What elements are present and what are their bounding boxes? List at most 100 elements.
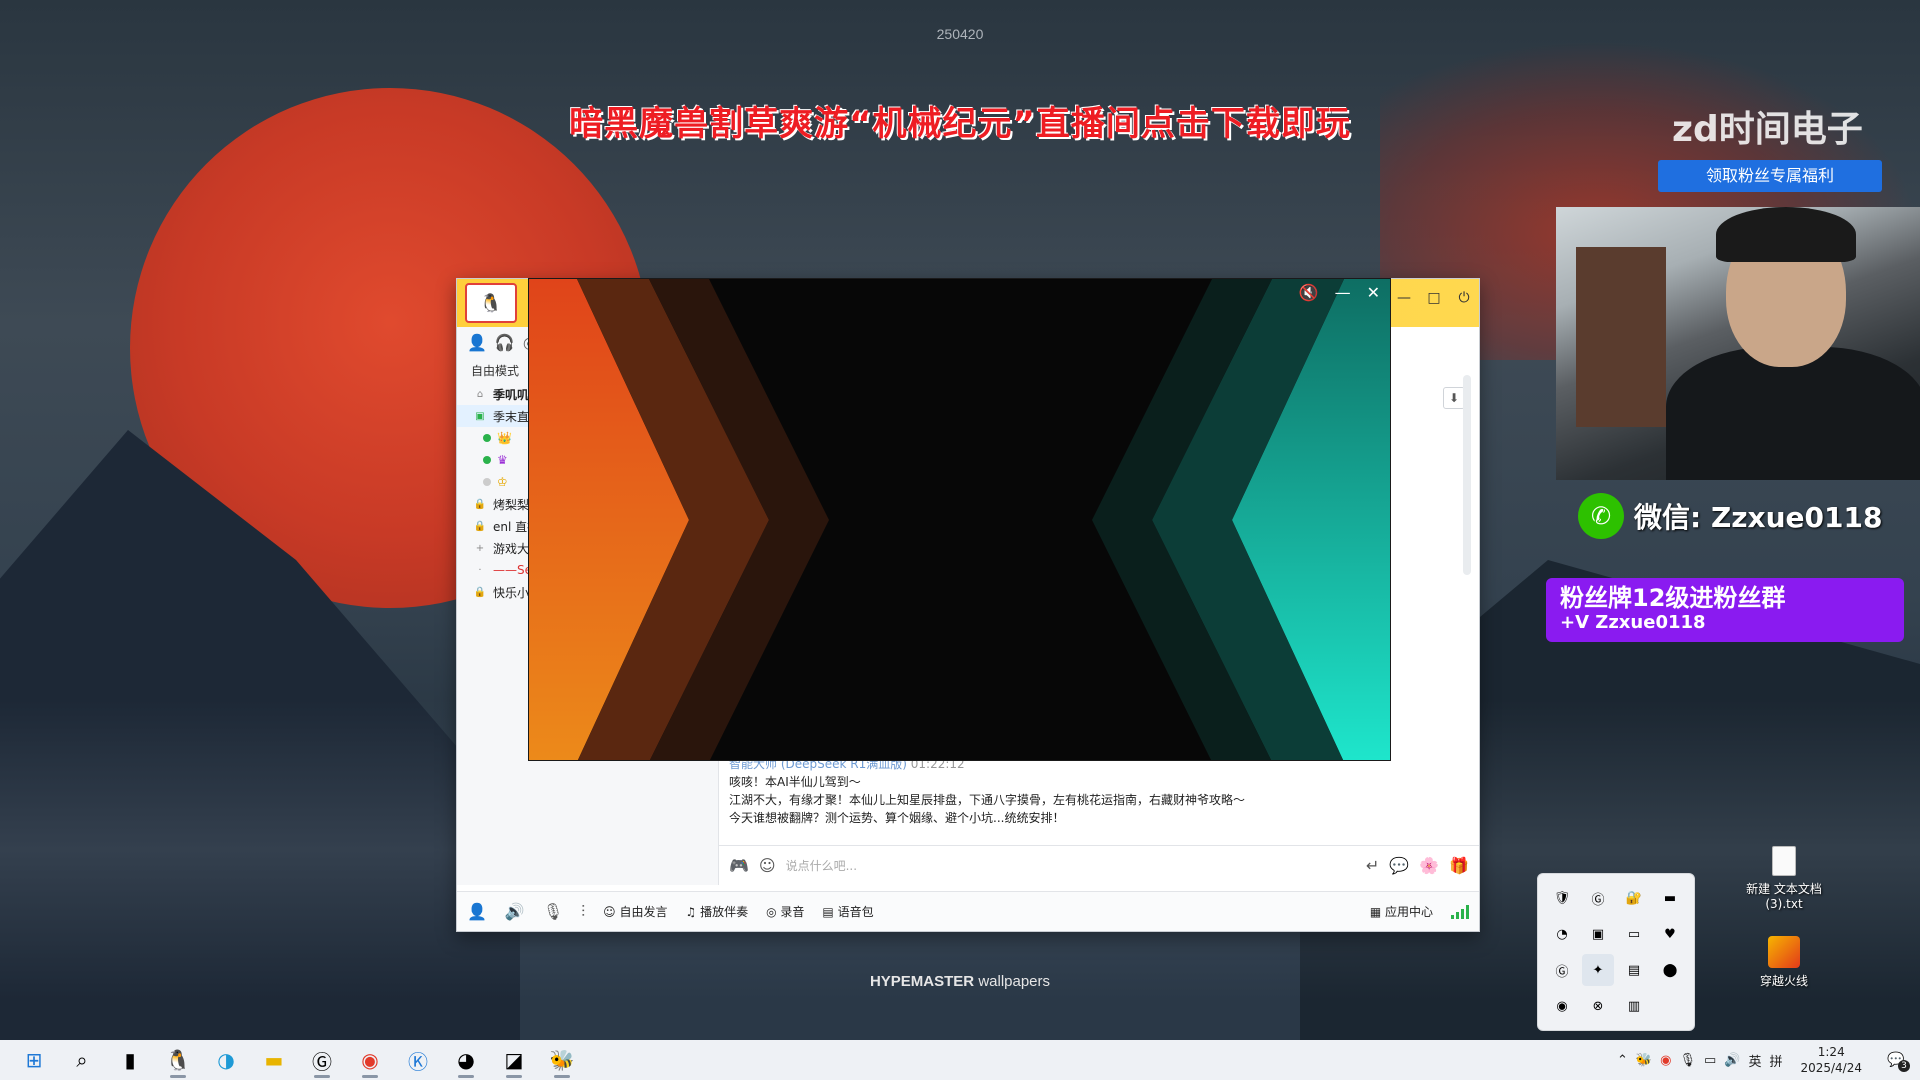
user-icon: ♛ [497,453,508,467]
chat-input[interactable]: 说点什么吧... [786,857,1356,874]
fan-group-line1: 粉丝牌12级进粉丝群 [1560,584,1786,612]
yy-tray-icon[interactable]: 🐝 [1636,1053,1652,1068]
yy-window-controls: — □ ⏻ [1395,289,1473,307]
notification-center-icon[interactable]: 💬 3 [1882,1046,1910,1074]
channel-label: 季末直 [493,409,530,424]
gift-icon[interactable]: 🎁 [1449,856,1469,875]
brand-logo: zd时间电子 [1672,109,1863,150]
steam-icon[interactable]: ◉ [1546,990,1578,1022]
system-tray: ⌃ 🐝 ◉ 🎙 ▭ 🔊 英 拼 1:24 2025/4/24 💬 3 [1617,1040,1920,1080]
desktop-icon-label: 新建 文本文档 (3).txt [1746,882,1822,911]
xbox-icon[interactable]: ⊗ [1582,990,1614,1022]
gauge-icon[interactable]: ◔ [1546,918,1578,950]
lock-icon: 🔒 [473,520,487,532]
netease-tray-icon[interactable]: ◉ [1660,1053,1671,1068]
chat-bubble-icon[interactable]: 💬 [1389,856,1409,875]
taskbar: ⊞ ⌕ ▮ 🐧 ◑ ▬ Ⓖ ◉ Ⓚ ◕ ◪ 🐝 ⌃ 🐝 ◉ 🎙 ▭ 🔊 英 拼 … [0,1040,1920,1080]
signal-strength-icon [1451,904,1469,919]
gpu-icon[interactable]: ▤ [1618,954,1650,986]
chat-scrollbar[interactable] [1463,375,1471,575]
task-view-icon[interactable]: ▮ [106,1040,154,1080]
flag-icon[interactable]: ▬ [1654,882,1686,914]
capcut-icon[interactable]: ◪ [490,1040,538,1080]
ime-lang[interactable]: 英 [1748,1051,1761,1070]
search-icon[interactable]: ⌕ [58,1040,106,1080]
free-speak-label: 自由发言 [619,905,668,919]
lock-app-icon[interactable]: 🔐 [1618,882,1650,914]
download-icon[interactable]: ⬇ [1443,387,1465,409]
nvidia-icon[interactable]: ✦ [1582,954,1614,986]
ad-video-popup[interactable]: 🔇 — ✕ [528,278,1391,761]
online-status-dot [483,434,491,442]
user-icon: ♔ [497,475,508,489]
desktop-icon-crossfire[interactable]: 穿越火线 [1736,936,1832,989]
record-app-icon[interactable]: ⬤ [1654,954,1686,986]
g-app-icon[interactable]: Ⓖ [1582,882,1614,914]
wechat-icon: ✆ [1578,493,1624,539]
folder-icon[interactable]: ▭ [1618,918,1650,950]
play-accompaniment-label: 播放伴奏 [700,905,749,919]
avatar[interactable]: 👤 [467,902,487,921]
netease-music-icon[interactable]: ◉ [346,1040,394,1080]
chat-input-row: 🎮 ☺ 说点什么吧... ↵ 💬 🌸 🎁 [719,845,1479,885]
edge-icon[interactable]: ◑ [202,1040,250,1080]
ime-mode[interactable]: 拼 [1769,1051,1782,1070]
qq-icon[interactable]: 🐧 [154,1040,202,1080]
clock[interactable]: 1:24 2025/4/24 [1800,1044,1862,1076]
emoji-search-icon[interactable]: ☺ [759,856,776,875]
desktop-icon-label: 穿越火线 [1759,974,1808,988]
notification-badge: 3 [1898,1060,1910,1072]
fan-benefit-button[interactable]: 领取粉丝专属福利 [1658,160,1882,192]
app-center-button[interactable]: ▦ 应用中心 [1370,903,1433,920]
yy-bottom-toolbar: 👤 🔊 🎙 ⫶ ☺ 自由发言 ♫ 播放伴奏 ◎ 录音 ▤ 语音包 ▦ 应用中心 [457,891,1479,931]
close-ad-button[interactable]: ✕ [1367,283,1380,302]
speaker-icon[interactable]: 🔊 [505,902,525,921]
network-icon[interactable]: ▭ [1704,1053,1716,1068]
channel-label: 季叽叽 [493,387,530,402]
app-center-label: 应用中心 [1384,905,1433,919]
channel-label: 快乐小 [493,585,530,600]
equalizer-icon[interactable]: ⫶ [581,902,585,922]
g-app-taskbar-icon[interactable]: Ⓖ [298,1040,346,1080]
wallpaper-credit-text: wallpapers [978,973,1051,990]
channel-label: 烤梨梨 [493,497,530,512]
online-status-dot [483,456,491,464]
antivirus-icon[interactable]: ♥ [1654,918,1686,950]
chat-line: 今天谁想被翻牌？测个运势、算个姻缘、避个小坑...统统安排！ [729,811,1065,825]
lock-icon: 🔒 [473,586,487,598]
voice-pack-button[interactable]: ▤ 语音包 [822,903,873,920]
g-hub-icon[interactable]: Ⓖ [1546,954,1578,986]
kugou-icon[interactable]: Ⓚ [394,1040,442,1080]
volume-icon[interactable]: 🔊 [1724,1053,1740,1068]
record-button[interactable]: ◎ 录音 [766,903,804,920]
tray-overflow-popup: 🛡 Ⓖ 🔐 ▬ ◔ ▣ ▭ ♥ Ⓖ ✦ ▤ ⬤ ◉ ⊗ ▥ [1537,873,1695,1031]
monitor-icon[interactable]: ▥ [1618,990,1650,1022]
mute-icon[interactable]: 🔇 [1299,283,1319,302]
pc-icon[interactable]: ▣ [1582,918,1614,950]
wallpaper-credit-brand: HYPEMASTER [869,973,975,990]
microphone-icon[interactable]: 🎙 [543,902,563,921]
chevron-up-icon[interactable]: ⌃ [1617,1053,1628,1068]
obs-icon[interactable]: ◕ [442,1040,490,1080]
maximize-button[interactable]: □ [1425,289,1443,307]
headset-icon[interactable]: 🎧 [495,333,515,352]
enter-icon[interactable]: ↵ [1366,856,1379,875]
microphone-tray-icon[interactable]: 🎙 [1679,1053,1696,1068]
user-icon[interactable]: 👤 [467,333,487,352]
webcam-person-cap [1716,207,1856,262]
start-button[interactable]: ⊞ [10,1040,58,1080]
shield-icon[interactable]: 🛡 [1546,882,1578,914]
minimize-button[interactable]: — [1395,289,1413,307]
webcam-feed [1556,207,1920,480]
desktop-icon-text-file[interactable]: 新建 文本文档 (3).txt [1736,846,1832,911]
chat-message: 智能大师 (DeepSeek R1满血版) 01:22:12 咳咳！本AI半仙儿… [729,755,1459,827]
free-speak-button[interactable]: ☺ 自由发言 [603,903,667,920]
minimize-ad-button[interactable]: — [1335,283,1351,302]
power-button[interactable]: ⏻ [1455,289,1473,307]
play-accompaniment-button[interactable]: ♫ 播放伴奏 [686,903,749,920]
ad-chevron-art [529,279,1390,760]
flower-gift-icon[interactable]: 🌸 [1419,856,1439,875]
file-explorer-icon[interactable]: ▬ [250,1040,298,1080]
gamepad-icon[interactable]: 🎮 [729,856,749,875]
yy-taskbar-icon[interactable]: 🐝 [538,1040,586,1080]
